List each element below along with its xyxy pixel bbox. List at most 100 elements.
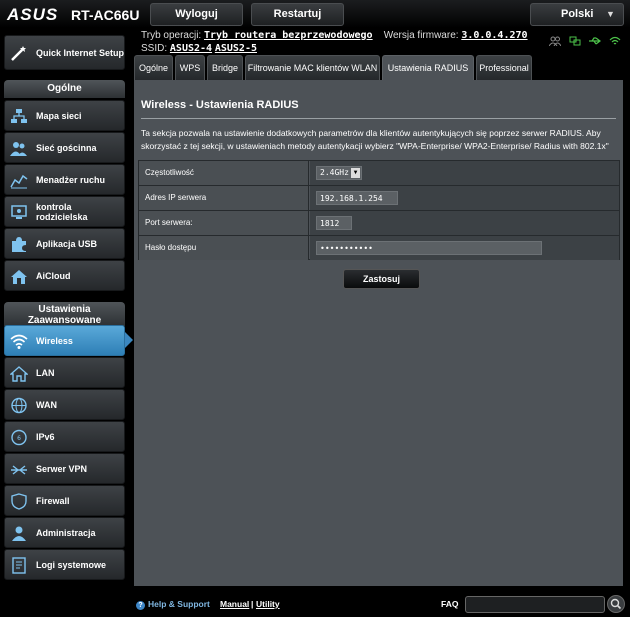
sidebar-item-label: Administracja bbox=[36, 527, 96, 538]
tab-wps[interactable]: WPS bbox=[175, 55, 205, 80]
quick-internet-setup-button[interactable]: Quick Internet Setup bbox=[4, 35, 125, 70]
help-support[interactable]: ? Help & Support bbox=[136, 599, 210, 610]
radius-settings-table: Częstotliwość 2.4GHz ▼ Adres IP serwera … bbox=[138, 160, 620, 260]
manual-link[interactable]: Manual bbox=[220, 599, 249, 609]
server-port-cell: 1812 bbox=[310, 211, 619, 235]
sidebar-item-ipv6[interactable]: 6 IPv6 bbox=[4, 421, 125, 452]
sidebar-item-label: Aplikacja USB bbox=[36, 238, 98, 249]
vpn-icon bbox=[11, 465, 27, 475]
sidebar-item-label: Wireless bbox=[36, 335, 73, 346]
frequency-select[interactable]: 2.4GHz ▼ bbox=[316, 166, 362, 180]
sidebar-item-system-log[interactable]: Logi systemowe bbox=[4, 549, 125, 580]
server-ip-cell: 192.168.1.254 bbox=[310, 186, 619, 210]
frequency-cell: 2.4GHz ▼ bbox=[310, 161, 619, 185]
tab-general[interactable]: Ogólne bbox=[134, 55, 173, 80]
ssid-link-1[interactable]: ASUS2-4 bbox=[170, 43, 212, 54]
advanced-section-header: Ustawienia Zaawansowane bbox=[4, 302, 125, 326]
table-row: Port serwera: 1812 bbox=[139, 211, 619, 236]
restart-button[interactable]: Restartuj bbox=[251, 3, 344, 26]
sidebar-item-usb-application[interactable]: Aplikacja USB bbox=[4, 228, 125, 259]
table-row: Częstotliwość 2.4GHz ▼ bbox=[139, 161, 619, 186]
firmware-link[interactable]: 3.0.0.4.270 bbox=[461, 30, 527, 41]
sidebar-item-lan[interactable]: LAN bbox=[4, 357, 125, 388]
utility-link[interactable]: Utility bbox=[256, 599, 280, 609]
sidebar-item-administration[interactable]: Administracja bbox=[4, 517, 125, 548]
puzzle-icon bbox=[12, 237, 26, 252]
title-divider bbox=[141, 118, 616, 119]
usb-icon[interactable] bbox=[589, 36, 601, 46]
model-name: RT-AC66U bbox=[71, 7, 140, 23]
ssid-line: SSID: ASUS2-4 ASUS2-5 bbox=[141, 43, 257, 54]
active-item-arrow bbox=[125, 332, 133, 348]
help-support-label: Help & Support bbox=[148, 599, 210, 609]
logout-button[interactable]: Wyloguj bbox=[150, 3, 243, 26]
sidebar-item-label: IPv6 bbox=[36, 431, 55, 442]
traffic-chart-icon bbox=[10, 174, 28, 189]
wifi-icon bbox=[10, 334, 28, 349]
sidebar-item-wireless[interactable]: Wireless bbox=[4, 325, 125, 356]
network-map-icon bbox=[11, 109, 27, 123]
quick-internet-setup-label: Quick Internet Setup bbox=[36, 47, 125, 58]
admin-user-icon bbox=[12, 526, 26, 541]
client-list-icon[interactable] bbox=[549, 36, 561, 46]
ipv6-globe-icon: 6 bbox=[11, 429, 27, 446]
main-panel: Wireless - Ustawienia RADIUS Ta sekcja p… bbox=[134, 80, 623, 586]
mode-label: Tryb operacji: bbox=[141, 30, 202, 41]
server-ip-input[interactable]: 192.168.1.254 bbox=[316, 191, 398, 205]
log-document-icon bbox=[12, 557, 26, 574]
sidebar-item-parental-control[interactable]: kontrola rodzicielska bbox=[4, 196, 125, 227]
network-icon[interactable] bbox=[569, 36, 581, 46]
cloud-house-icon bbox=[11, 270, 27, 284]
server-ip-label: Adres IP serwera bbox=[139, 186, 309, 210]
svg-text:6: 6 bbox=[17, 435, 21, 442]
tab-professional[interactable]: Professional bbox=[476, 55, 532, 80]
home-icon bbox=[10, 366, 28, 382]
ssid-link-2[interactable]: ASUS2-5 bbox=[215, 43, 257, 54]
password-input[interactable]: ••••••••••• bbox=[316, 241, 542, 255]
chevron-down-icon: ▼ bbox=[351, 168, 360, 178]
page-description: Ta sekcja pozwala na ustawienie dodatkow… bbox=[141, 128, 609, 151]
globe-icon bbox=[11, 397, 27, 414]
help-icon: ? bbox=[136, 601, 145, 610]
wifi-status-icon[interactable] bbox=[609, 36, 621, 46]
table-row: Adres IP serwera 192.168.1.254 bbox=[139, 186, 619, 211]
magic-wand-icon bbox=[11, 46, 26, 61]
sidebar-item-label: Firewall bbox=[36, 495, 70, 506]
asus-logo: ASUS bbox=[7, 5, 59, 24]
apply-button[interactable]: Zastosuj bbox=[343, 269, 420, 289]
sidebar-item-guest-network[interactable]: Sieć gościnna bbox=[4, 132, 125, 163]
sidebar-item-label: LAN bbox=[36, 367, 55, 378]
tab-radius-settings[interactable]: Ustawienia RADIUS bbox=[382, 55, 474, 80]
sidebar-item-wan[interactable]: WAN bbox=[4, 389, 125, 420]
mode-link[interactable]: Tryb routera bezprzewodowego bbox=[204, 30, 373, 41]
sidebar-item-aicloud[interactable]: AiCloud bbox=[4, 260, 125, 291]
frequency-value: 2.4GHz bbox=[320, 168, 349, 177]
sidebar-item-traffic-manager[interactable]: Menadżer ruchu bbox=[4, 164, 125, 195]
password-cell: ••••••••••• bbox=[310, 236, 619, 260]
server-port-label: Port serwera: bbox=[139, 211, 309, 235]
operation-mode-line: Tryb operacji: Tryb routera bezprzewodow… bbox=[141, 30, 528, 41]
sidebar-item-label: kontrola rodzicielska bbox=[36, 201, 88, 222]
footer: ? Help & Support Manual | Utility FAQ bbox=[0, 590, 630, 617]
server-port-input[interactable]: 1812 bbox=[316, 216, 352, 230]
password-label: Hasło dostępu bbox=[139, 236, 309, 260]
sidebar-item-firewall[interactable]: Firewall bbox=[4, 485, 125, 516]
sidebar-item-label: AiCloud bbox=[36, 270, 71, 281]
sidebar-item-network-map[interactable]: Mapa sieci bbox=[4, 100, 125, 131]
tab-mac-filter[interactable]: Filtrowanie MAC klientów WLAN bbox=[245, 55, 380, 80]
tab-bridge[interactable]: Bridge bbox=[207, 55, 243, 80]
table-row: Hasło dostępu ••••••••••• bbox=[139, 236, 619, 261]
language-select[interactable]: Polski ▼ bbox=[530, 3, 624, 26]
language-label: Polski bbox=[561, 8, 594, 20]
sidebar-item-label: WAN bbox=[36, 399, 57, 410]
search-icon[interactable] bbox=[607, 595, 625, 613]
faq-label: FAQ bbox=[441, 599, 459, 609]
sidebar-item-vpn-server[interactable]: Serwer VPN bbox=[4, 453, 125, 484]
chevron-down-icon: ▼ bbox=[606, 9, 615, 19]
page-title: Wireless - Ustawienia RADIUS bbox=[141, 99, 299, 111]
ssid-label: SSID: bbox=[141, 43, 168, 54]
sidebar-item-label: Logi systemowe bbox=[36, 559, 107, 570]
sidebar-item-label: Sieć gościnna bbox=[36, 142, 97, 153]
faq-search-input[interactable] bbox=[465, 596, 605, 613]
sidebar-item-label: Mapa sieci bbox=[36, 110, 82, 121]
